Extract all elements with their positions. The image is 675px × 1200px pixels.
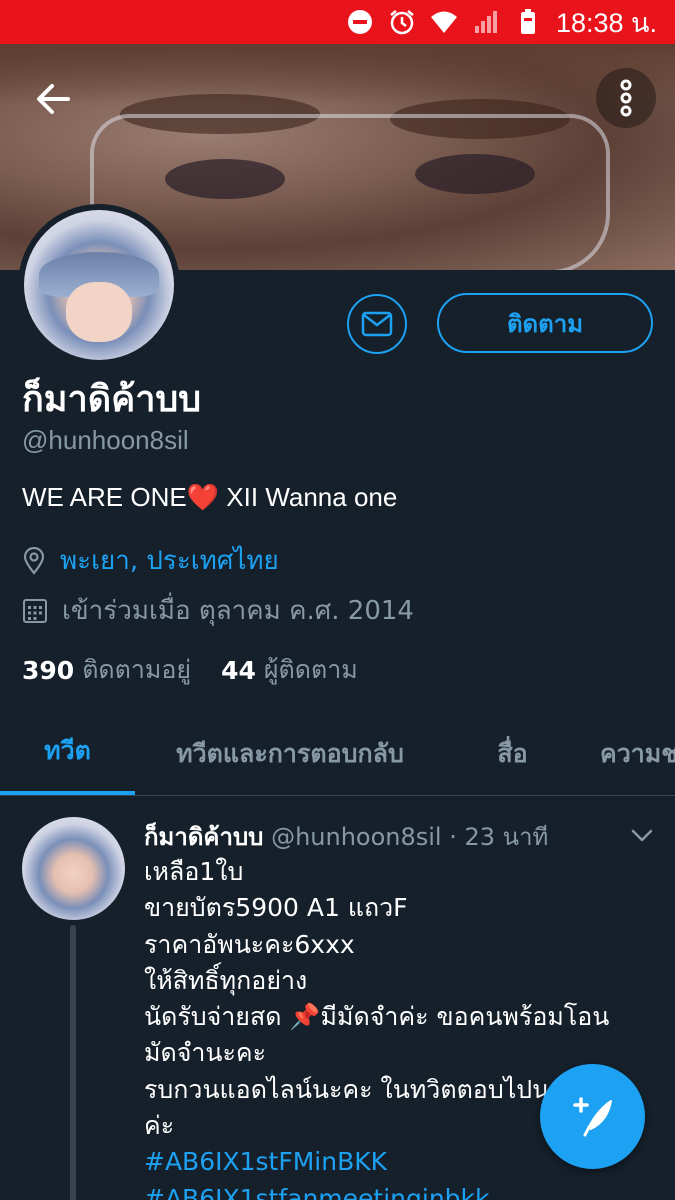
heart-emoji: ❤️ [186,482,220,512]
tab-media[interactable]: สื่อ [445,712,580,795]
thread-line [70,925,76,1200]
wifi-icon [430,11,457,33]
profile-stats: 390 ติดตามอยู่ 44 ผู้ติดตาม [22,650,388,690]
message-button[interactable] [347,294,407,354]
location-text[interactable]: พะเยา, ประเทศไทย [60,540,279,581]
profile-bio: WE ARE ONE❤️ XII Wanna one [22,482,397,513]
profile-display-name: ก็มาดิค้าบบ [22,379,202,420]
tab-tweets[interactable]: ทวีต [0,712,135,795]
profile-join-date: เข้าร่วมเมื่อ ตุลาคม ค.ศ. 2014 [22,590,414,631]
tweet-line: ให้สิทธิ์ทุกอย่าง [144,965,308,995]
signal-icon [474,11,497,33]
following-label[interactable]: ติดตามอยู่ [82,650,191,690]
battery-icon [520,9,535,34]
tweet-line: เหลือ1ใบ [144,857,244,886]
profile-location[interactable]: พะเยา, ประเทศไทย [22,540,279,581]
profile-avatar[interactable] [18,204,180,366]
followers-label[interactable]: ผู้ติดตาม [264,650,358,690]
more-options-button[interactable] [596,68,656,128]
location-pin-icon [23,546,45,575]
tweet-time: · 23 นาที [449,823,549,851]
mail-icon [361,311,393,337]
status-bar: 18:38 น. [0,0,675,44]
alarm-icon [390,10,414,35]
profile-tabs: ทวีต ทวีตและการตอบกลับ สื่อ ความชอบ [0,712,675,796]
more-vertical-icon [620,79,632,117]
do-not-disturb-icon [347,10,372,34]
status-time: 18:38 น. [555,7,657,38]
tweet-line: ขายบัตร5900 A1 แถวF [144,893,408,923]
tab-tweets-replies[interactable]: ทวีตและการตอบกลับ [135,712,445,795]
tweet-hashtag[interactable]: #AB6IX1stfanmeetinginbkk [144,1181,664,1200]
bio-text-suffix: XII Wanna one [219,482,398,512]
compose-tweet-button[interactable] [540,1064,645,1169]
join-date-text: เข้าร่วมเมื่อ ตุลาคม ค.ศ. 2014 [62,596,414,626]
tab-likes[interactable]: ความชอบ [580,712,675,795]
back-button[interactable] [24,70,82,128]
compose-feather-icon [572,1096,612,1136]
following-count[interactable]: 390 [22,656,74,685]
arrow-left-icon [37,84,70,114]
calendar-icon [23,598,47,623]
tweet-header: ก็มาดิค้าบบ @hunhoon8sil · 23 นาที [144,817,548,856]
follow-button[interactable]: ติดตาม [437,293,653,353]
bio-text: WE ARE ONE [22,482,187,512]
tweet-author-name[interactable]: ก็มาดิค้าบบ [144,823,263,851]
followers-count[interactable]: 44 [221,656,256,685]
chevron-down-icon[interactable] [628,821,656,849]
profile-handle: @hunhoon8sil [22,425,189,455]
tweet-avatar[interactable] [22,817,125,920]
tweet-line: นัดรับจ่ายสด 📌มีมัดจำค่ะ ขอคนพร้อมโอน [144,1002,610,1032]
tweet-line: ราคาอัพนะคะ6xxx [144,929,355,959]
tweet-author-handle[interactable]: @hunhoon8sil [271,823,442,851]
